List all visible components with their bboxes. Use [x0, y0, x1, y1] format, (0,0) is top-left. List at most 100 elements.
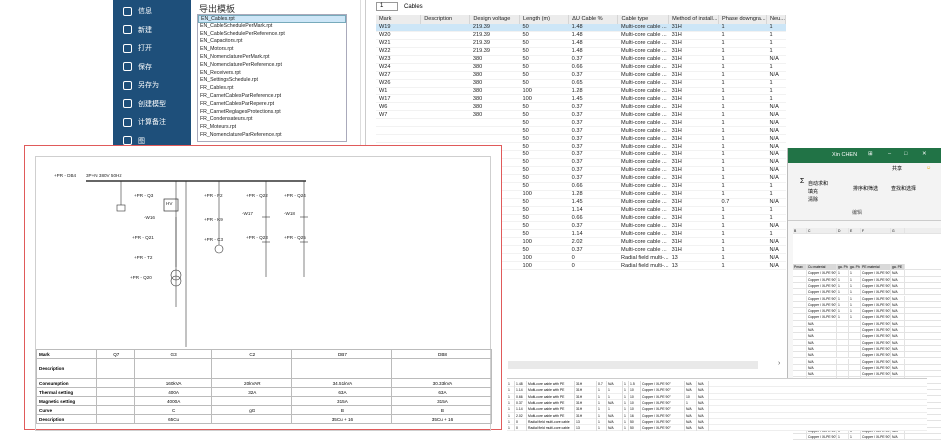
excel-column-header[interactable]: D [837, 228, 849, 235]
device-label[interactable]: +PR - Q22 [246, 193, 268, 198]
smiley-icon[interactable]: ☺ [926, 165, 931, 171]
sidebar-item-5[interactable]: 创建模型 [113, 96, 191, 112]
autosum-icon[interactable]: Σ [800, 178, 804, 185]
device-label[interactable]: -W17 [242, 211, 253, 216]
template-item[interactable]: EN_NomenclaturePerReference.rpt [198, 62, 346, 70]
template-item[interactable]: EN_Motors.rpt [198, 46, 346, 54]
template-item[interactable]: EN_Capacitors.rpt [198, 38, 346, 46]
sidebar-item-0[interactable]: 信息 [113, 3, 191, 19]
column-header[interactable]: Design voltage [469, 15, 520, 24]
table-cell: 0.37 [568, 174, 618, 183]
sidebar-item-2[interactable]: 打开 [113, 40, 191, 56]
table-row[interactable]: W22 219.39 50 1.48 Multi-core cable ... 31H 1 1 [376, 47, 786, 56]
device-label[interactable]: +PR - Q21 [132, 235, 154, 240]
table-cell: 1 [718, 102, 767, 112]
device-label[interactable]: +PR - Q23 [246, 235, 268, 240]
excel-cell[interactable]: Copper / XLPE 90° [861, 434, 891, 440]
excel-cell[interactable]: 1 [849, 434, 861, 440]
sidebar-item-3[interactable]: 保存 [113, 59, 191, 75]
column-header[interactable]: Phase downgra... [718, 15, 767, 24]
device-label[interactable]: +PR - F2 [204, 193, 223, 198]
table-row[interactable]: W26 380 50 0.65 Multi-core cable ... 31H 1 1 [376, 79, 786, 88]
table-row[interactable]: W21 219.39 50 1.48 Multi-core cable ... 31H 1 1 [376, 39, 786, 48]
table-row[interactable]: W23 380 50 0.37 Multi-core cable ... 31H 1 N/A [376, 55, 786, 64]
excel-cell[interactable]: Copper / XLPE 90° [807, 434, 837, 440]
fill-button[interactable]: 填充 [808, 188, 818, 195]
template-item[interactable]: EN_CableSchedulePerReference.rpt [198, 31, 346, 39]
excel-cell[interactable]: 1 [837, 434, 849, 440]
export-template-list[interactable]: EN_Cables.rpt EN_CableSchedulePerMark.rpt… [197, 14, 347, 142]
sort-filter-button[interactable]: 排序和筛选 [853, 185, 878, 192]
table-row[interactable]: 50 0.37 Multi-core cable ... 31H 1 N/A [376, 118, 786, 128]
column-header[interactable]: Cable type [617, 15, 670, 24]
sidebar-item-4[interactable]: 另存为 [113, 77, 191, 93]
template-item[interactable]: EN_Cables.rpt [198, 15, 346, 23]
clear-button[interactable]: 清除 [808, 196, 818, 203]
table-cell: 31H [668, 79, 719, 88]
single-line-diagram[interactable] [36, 157, 492, 349]
device-label[interactable]: HV [166, 201, 172, 206]
table-row[interactable]: W7 380 50 0.37 Multi-core cable ... 31H 1 N/A [376, 110, 786, 120]
share-button[interactable]: 共享 [892, 165, 902, 172]
template-item[interactable]: EN_SettingsSchedule.rpt [198, 77, 346, 85]
autosum-button[interactable]: 自动求和 [808, 180, 828, 187]
excel-column-header[interactable]: E [849, 228, 861, 235]
template-item[interactable]: FR_NomenclatureParReference.rpt [198, 132, 346, 140]
excel-column-header[interactable]: C [807, 228, 837, 235]
column-header[interactable]: Mark [376, 15, 422, 24]
template-item[interactable]: EN_CableSchedulePerMark.rpt [198, 23, 346, 31]
horizontal-scrollbar[interactable] [508, 361, 758, 369]
minimize-icon[interactable]: – [888, 151, 891, 157]
template-item[interactable]: FR_CarnetCablesParReference.rpt [198, 93, 346, 101]
column-header[interactable]: Description [420, 15, 471, 24]
sidebar-item-6[interactable]: 计算备注 [113, 114, 191, 130]
device-label[interactable]: +PR - Q3 [134, 193, 153, 198]
table-cell: Multi-core cable ... [617, 55, 669, 64]
property-value [96, 396, 135, 406]
close-icon[interactable]: ✕ [922, 151, 927, 157]
scroll-right-icon[interactable]: › [778, 360, 780, 367]
table-row[interactable]: W19 219.39 50 1.48 Multi-core cable ... 31H 1 1 [376, 23, 786, 32]
column-header[interactable]: Method of install... [668, 15, 720, 24]
device-label[interactable]: +PR - Q20 [130, 275, 152, 280]
restore-icon[interactable]: □ [904, 151, 907, 157]
ribbon-display-icon[interactable]: ⊞ [868, 151, 873, 157]
table-row[interactable]: W27 380 50 0.37 Multi-core cable ... 31H 1 N/A [376, 71, 786, 80]
column-header[interactable]: Neu... [766, 15, 786, 24]
excel-cell[interactable] [793, 434, 807, 440]
column-header[interactable]: ΔU Cable % [568, 15, 619, 24]
column-header[interactable]: Length (m) [519, 15, 570, 24]
device-label[interactable]: +PR - Q25 [284, 235, 306, 240]
device-label[interactable]: +PR - T2 [134, 255, 152, 260]
excel-column-header[interactable]: B [793, 228, 807, 235]
template-item[interactable]: FR_CarnetCablesParRepere.rpt [198, 101, 346, 109]
property-label: Description [36, 414, 97, 424]
template-item[interactable]: FR_Moteurs.rpt [198, 124, 346, 132]
sidebar-item-1[interactable]: 新建 [113, 22, 191, 38]
template-item[interactable]: FR_Condensateurs.rpt [198, 116, 346, 124]
table-row[interactable]: W6 380 50 0.37 Multi-core cable ... 31H 1 N/A [376, 102, 786, 112]
table-cell: N/A [766, 261, 786, 271]
template-item[interactable]: EN_Receivers.rpt [198, 70, 346, 78]
find-select-button[interactable]: 查找和选择 [891, 185, 916, 192]
page-spinner[interactable]: 1 [376, 2, 398, 11]
excel-column-header[interactable]: G [891, 228, 905, 235]
table-row[interactable]: 50 0.37 Multi-core cable ... 31H 1 N/A [376, 134, 786, 144]
template-item[interactable]: FR_Cables.rpt [198, 85, 346, 93]
device-label[interactable]: -W18 [284, 211, 295, 216]
table-cell: 1 [718, 190, 767, 199]
table-row[interactable]: W1 380 100 1.28 Multi-core cable ... 31H 1 1 [376, 87, 786, 96]
template-item[interactable]: EN_NomenclaturePerMark.rpt [198, 54, 346, 62]
device-label[interactable]: +PR - K9 [204, 217, 223, 222]
device-label[interactable]: +PR - Q24 [284, 193, 306, 198]
excel-column-header[interactable]: F [861, 228, 891, 235]
table-row[interactable]: 50 0.37 Multi-core cable ... 31H 1 N/A [376, 126, 786, 136]
table-cell: 50 [519, 39, 569, 48]
table-row[interactable]: W24 380 50 0.66 Multi-core cable ... 31H 1 1 [376, 63, 786, 72]
table-row[interactable]: W17 380 100 1.45 Multi-core cable ... 31H 1 1 [376, 94, 786, 104]
device-label[interactable]: -W16 [144, 215, 155, 220]
table-row[interactable]: W20 219.39 50 1.48 Multi-core cable ... 31H 1 1 [376, 31, 786, 40]
template-item[interactable]: FR_CarnetReglagesProtections.rpt [198, 109, 346, 117]
excel-cell[interactable]: N/A [891, 434, 905, 440]
device-label[interactable]: +PR - C3 [204, 237, 223, 242]
